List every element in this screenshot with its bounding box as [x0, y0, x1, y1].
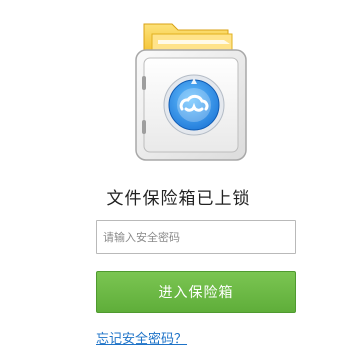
hinge	[142, 76, 146, 90]
folder-shape	[158, 40, 230, 44]
safe-illustration	[130, 14, 252, 164]
enter-safe-button[interactable]: 进入保险箱	[96, 271, 296, 313]
locked-safe-icon	[135, 23, 247, 161]
password-input[interactable]	[96, 220, 296, 254]
hinge	[142, 120, 146, 134]
forgot-password-link[interactable]: 忘记安全密码？	[96, 328, 187, 347]
lock-title: 文件保险箱已上锁	[106, 189, 251, 209]
